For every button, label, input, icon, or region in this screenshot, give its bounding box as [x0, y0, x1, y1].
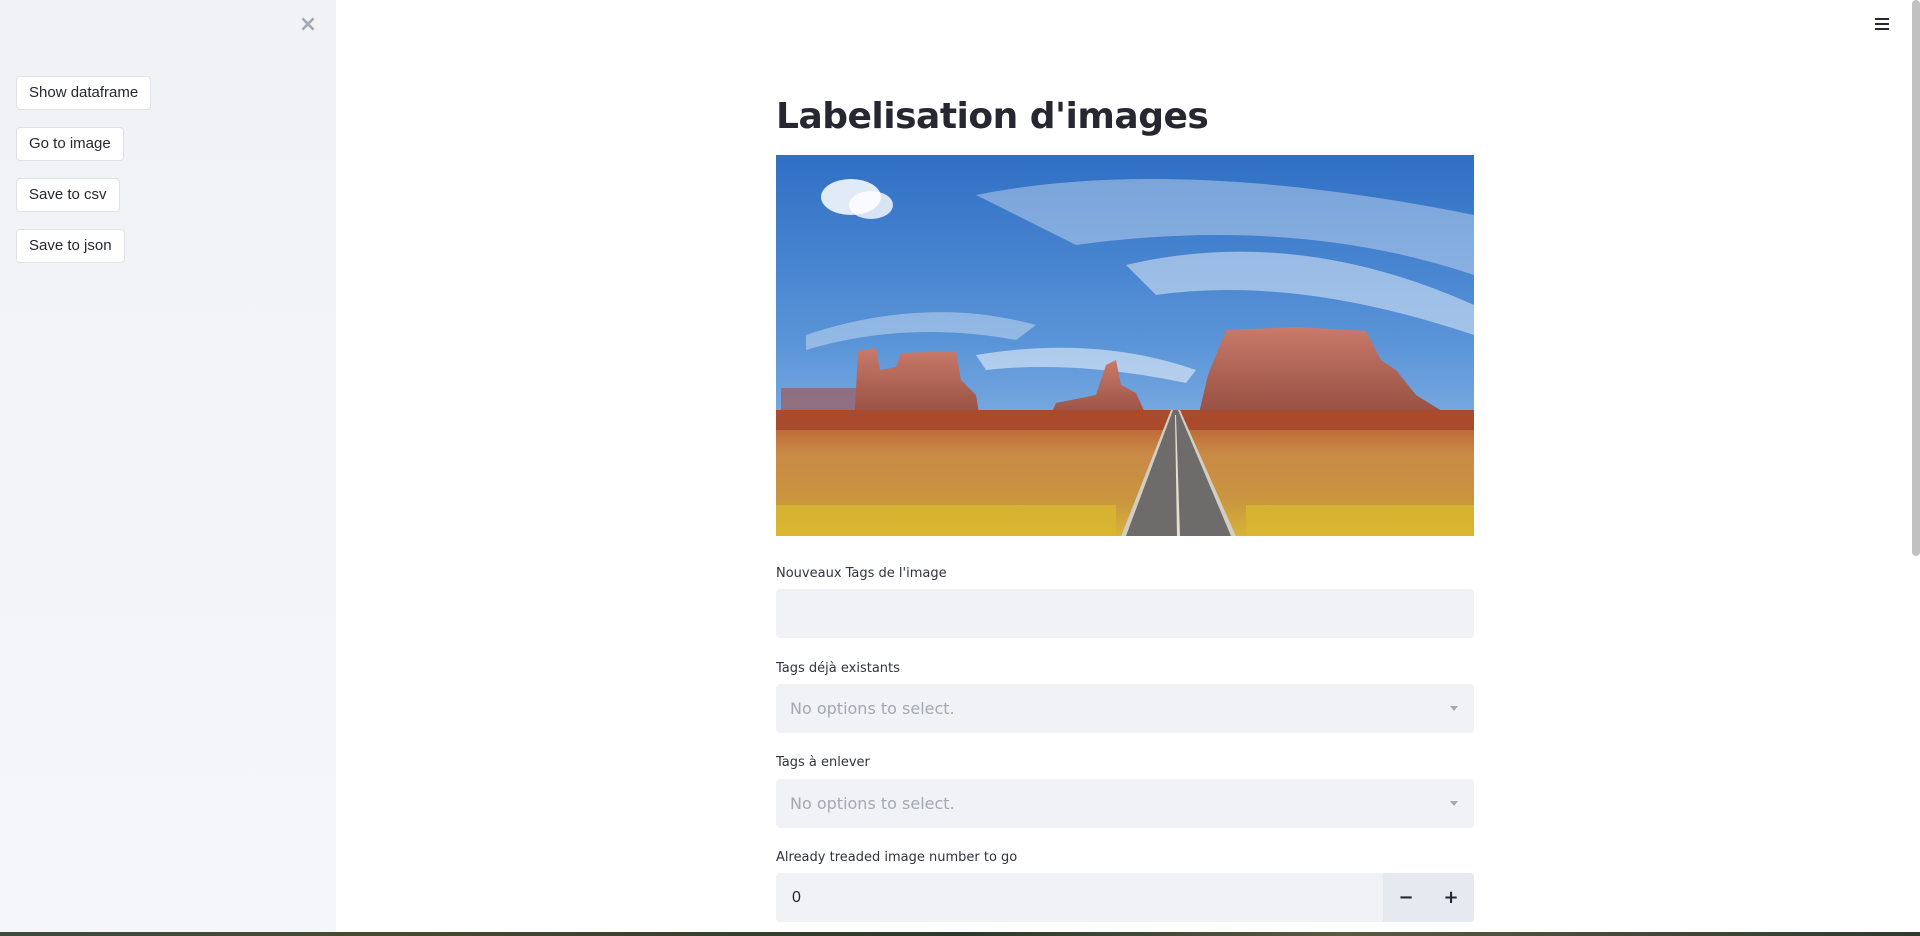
chevron-down-icon	[1450, 801, 1458, 806]
image-number-label: Already treaded image number to go	[776, 850, 1018, 865]
show-dataframe-button[interactable]: Show dataframe	[16, 76, 152, 110]
chevron-down-icon	[1450, 706, 1458, 711]
image-number-stepper: − +	[776, 873, 1474, 922]
existing-tags-label: Tags déjà existants	[776, 661, 900, 676]
close-icon[interactable]: ×	[296, 12, 320, 37]
landscape-image	[776, 155, 1474, 536]
taskbar-strip	[0, 932, 1920, 936]
increment-button[interactable]: +	[1428, 873, 1474, 922]
existing-tags-placeholder: No options to select.	[790, 699, 955, 718]
page-title: Labelisation d'images	[776, 96, 1209, 137]
remove-tags-label: Tags à enlever	[776, 755, 870, 770]
new-tags-input[interactable]	[776, 589, 1474, 638]
save-to-json-button[interactable]: Save to json	[16, 229, 125, 263]
go-to-image-button[interactable]: Go to image	[16, 127, 124, 161]
sidebar: × Show dataframe Go to image Save to csv…	[0, 0, 336, 936]
image-number-input[interactable]	[776, 873, 1382, 922]
remove-tags-select[interactable]: No options to select.	[776, 779, 1474, 828]
existing-tags-select[interactable]: No options to select.	[776, 684, 1474, 733]
remove-tags-placeholder: No options to select.	[790, 794, 955, 813]
hamburger-menu-icon[interactable]	[1871, 14, 1895, 34]
scrollbar[interactable]	[1912, 0, 1920, 556]
save-to-csv-button[interactable]: Save to csv	[16, 178, 120, 212]
decrement-button[interactable]: −	[1383, 873, 1429, 922]
new-tags-label: Nouveaux Tags de l'image	[776, 566, 947, 581]
